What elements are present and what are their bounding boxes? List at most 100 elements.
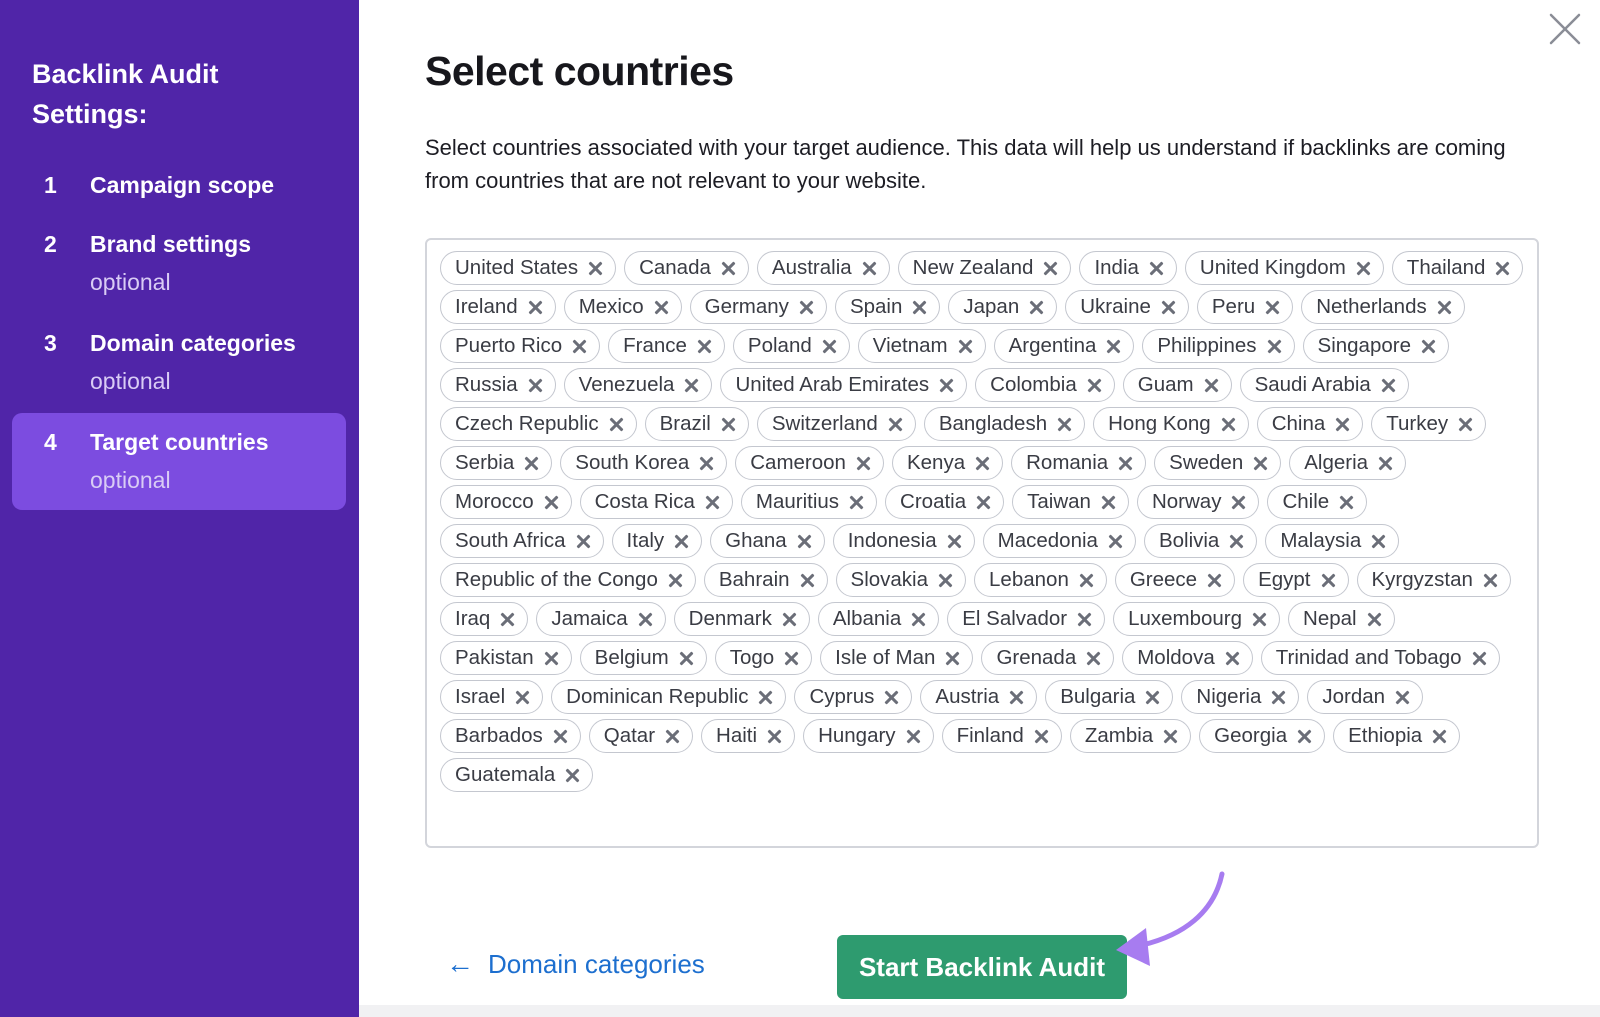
remove-tag-icon[interactable] <box>958 339 973 354</box>
remove-tag-icon[interactable] <box>782 612 797 627</box>
remove-tag-icon[interactable] <box>609 417 624 432</box>
remove-tag-icon[interactable] <box>976 495 991 510</box>
remove-tag-icon[interactable] <box>1221 417 1236 432</box>
remove-tag-icon[interactable] <box>500 612 515 627</box>
close-icon[interactable] <box>1548 12 1582 46</box>
start-backlink-audit-button[interactable]: Start Backlink Audit <box>837 935 1127 999</box>
remove-tag-icon[interactable] <box>1267 339 1282 354</box>
remove-tag-icon[interactable] <box>1145 690 1160 705</box>
remove-tag-icon[interactable] <box>975 456 990 471</box>
remove-tag-icon[interactable] <box>945 651 960 666</box>
remove-tag-icon[interactable] <box>1043 261 1058 276</box>
remove-tag-icon[interactable] <box>1297 729 1312 744</box>
remove-tag-icon[interactable] <box>1149 261 1164 276</box>
remove-tag-icon[interactable] <box>1163 729 1178 744</box>
remove-tag-icon[interactable] <box>699 456 714 471</box>
remove-tag-icon[interactable] <box>1225 651 1240 666</box>
remove-tag-icon[interactable] <box>822 339 837 354</box>
remove-tag-icon[interactable] <box>528 378 543 393</box>
remove-tag-icon[interactable] <box>524 456 539 471</box>
remove-tag-icon[interactable] <box>911 612 926 627</box>
remove-tag-icon[interactable] <box>1079 573 1094 588</box>
remove-tag-icon[interactable] <box>553 729 568 744</box>
remove-tag-icon[interactable] <box>576 534 591 549</box>
country-tag-input[interactable]: United States Canada Australia New Zealand I… <box>425 238 1539 848</box>
remove-tag-icon[interactable] <box>862 261 877 276</box>
remove-tag-icon[interactable] <box>1009 690 1024 705</box>
remove-tag-icon[interactable] <box>1106 339 1121 354</box>
remove-tag-icon[interactable] <box>888 417 903 432</box>
remove-tag-icon[interactable] <box>668 573 683 588</box>
remove-tag-icon[interactable] <box>572 339 587 354</box>
remove-tag-icon[interactable] <box>588 261 603 276</box>
remove-tag-icon[interactable] <box>884 690 899 705</box>
remove-tag-icon[interactable] <box>1057 417 1072 432</box>
remove-tag-icon[interactable] <box>544 651 559 666</box>
remove-tag-icon[interactable] <box>1321 573 1336 588</box>
step-domain-categories[interactable]: 3 Domain categories optional <box>12 326 346 398</box>
remove-tag-icon[interactable] <box>1118 456 1133 471</box>
remove-tag-icon[interactable] <box>1381 378 1396 393</box>
remove-tag-icon[interactable] <box>679 651 694 666</box>
remove-tag-icon[interactable] <box>528 300 543 315</box>
remove-tag-icon[interactable] <box>1087 378 1102 393</box>
remove-tag-icon[interactable] <box>1432 729 1447 744</box>
remove-tag-icon[interactable] <box>1077 612 1092 627</box>
remove-tag-icon[interactable] <box>938 573 953 588</box>
remove-tag-icon[interactable] <box>674 534 689 549</box>
remove-tag-icon[interactable] <box>705 495 720 510</box>
remove-tag-icon[interactable] <box>1253 456 1268 471</box>
remove-tag-icon[interactable] <box>767 729 782 744</box>
remove-tag-icon[interactable] <box>1339 495 1354 510</box>
remove-tag-icon[interactable] <box>797 534 812 549</box>
remove-tag-icon[interactable] <box>721 417 736 432</box>
remove-tag-icon[interactable] <box>1472 651 1487 666</box>
step-target-countries[interactable]: 4 Target countries optional <box>12 413 346 510</box>
remove-tag-icon[interactable] <box>1101 495 1116 510</box>
remove-tag-icon[interactable] <box>947 534 962 549</box>
remove-tag-icon[interactable] <box>1207 573 1222 588</box>
remove-tag-icon[interactable] <box>565 768 580 783</box>
remove-tag-icon[interactable] <box>1034 729 1049 744</box>
remove-tag-icon[interactable] <box>758 690 773 705</box>
remove-tag-icon[interactable] <box>1108 534 1123 549</box>
remove-tag-icon[interactable] <box>849 495 864 510</box>
remove-tag-icon[interactable] <box>1437 300 1452 315</box>
remove-tag-icon[interactable] <box>1483 573 1498 588</box>
remove-tag-icon[interactable] <box>684 378 699 393</box>
remove-tag-icon[interactable] <box>799 300 814 315</box>
remove-tag-icon[interactable] <box>906 729 921 744</box>
remove-tag-icon[interactable] <box>654 300 669 315</box>
remove-tag-icon[interactable] <box>1231 495 1246 510</box>
remove-tag-icon[interactable] <box>1495 261 1510 276</box>
remove-tag-icon[interactable] <box>1421 339 1436 354</box>
remove-tag-icon[interactable] <box>1371 534 1386 549</box>
remove-tag-icon[interactable] <box>515 690 530 705</box>
remove-tag-icon[interactable] <box>1356 261 1371 276</box>
remove-tag-icon[interactable] <box>1367 612 1382 627</box>
remove-tag-icon[interactable] <box>939 378 954 393</box>
remove-tag-icon[interactable] <box>1229 534 1244 549</box>
remove-tag-icon[interactable] <box>1252 612 1267 627</box>
remove-tag-icon[interactable] <box>697 339 712 354</box>
remove-tag-icon[interactable] <box>1161 300 1176 315</box>
remove-tag-icon[interactable] <box>1265 300 1280 315</box>
remove-tag-icon[interactable] <box>1086 651 1101 666</box>
remove-tag-icon[interactable] <box>721 261 736 276</box>
remove-tag-icon[interactable] <box>784 651 799 666</box>
step-campaign-scope[interactable]: 1 Campaign scope <box>12 168 346 202</box>
country-search-input[interactable] <box>601 758 616 792</box>
remove-tag-icon[interactable] <box>1395 690 1410 705</box>
remove-tag-icon[interactable] <box>856 456 871 471</box>
remove-tag-icon[interactable] <box>638 612 653 627</box>
step-brand-settings[interactable]: 2 Brand settings optional <box>12 227 346 299</box>
remove-tag-icon[interactable] <box>665 729 680 744</box>
remove-tag-icon[interactable] <box>800 573 815 588</box>
remove-tag-icon[interactable] <box>1029 300 1044 315</box>
remove-tag-icon[interactable] <box>1458 417 1473 432</box>
remove-tag-icon[interactable] <box>544 495 559 510</box>
remove-tag-icon[interactable] <box>912 300 927 315</box>
remove-tag-icon[interactable] <box>1335 417 1350 432</box>
remove-tag-icon[interactable] <box>1378 456 1393 471</box>
back-domain-categories-link[interactable]: ← Domain categories <box>446 948 705 980</box>
